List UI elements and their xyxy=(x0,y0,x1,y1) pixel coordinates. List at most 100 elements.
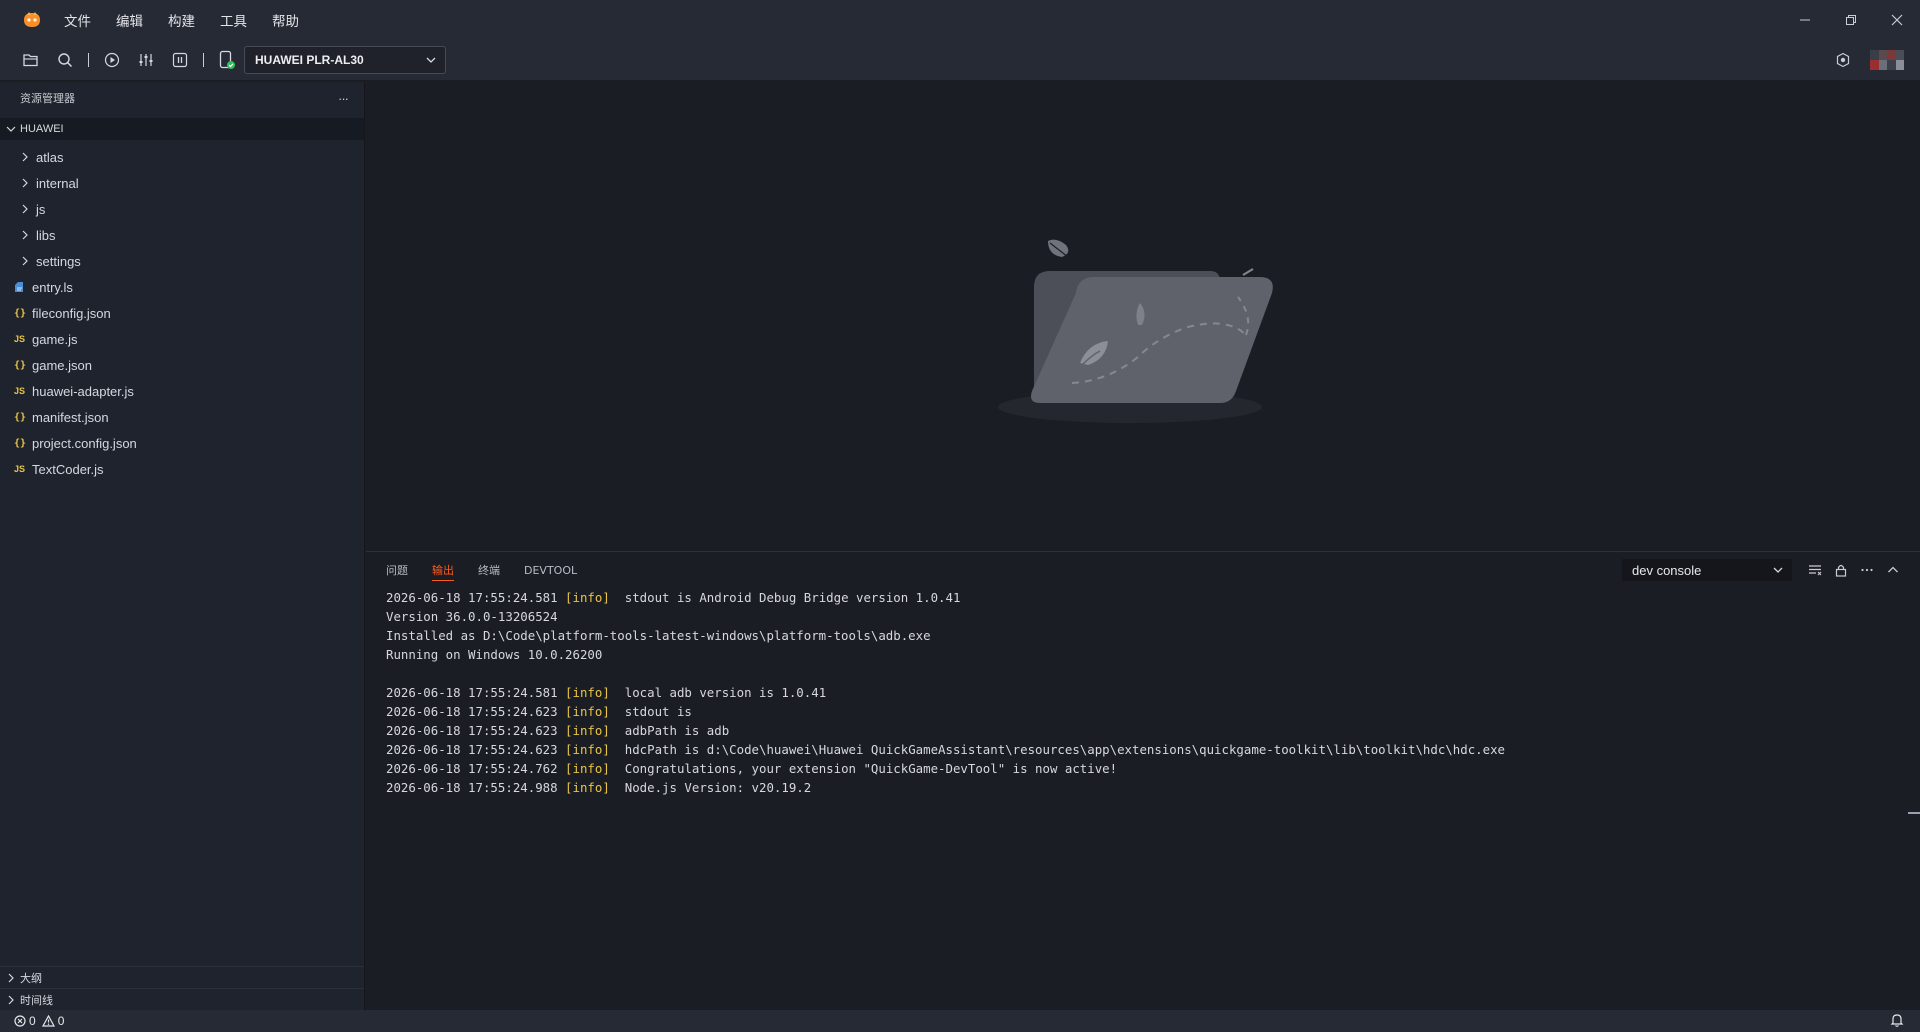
lock-scroll-button[interactable] xyxy=(1828,559,1854,581)
explorer-sidebar: 资源管理器 ··· HUAWEI atlas internal js libs sett… xyxy=(0,82,365,1010)
ellipsis-icon xyxy=(1861,568,1873,572)
menu-bar: 文件 编辑 构建 工具 帮助 xyxy=(64,10,324,30)
tab-devtool[interactable]: DEVTOOL xyxy=(524,552,577,588)
chevron-right-icon xyxy=(8,995,14,1004)
status-bar: 0 0 xyxy=(0,1010,1920,1032)
log-timestamp: 2026-06-18 17:55:24.623 xyxy=(386,742,558,757)
clear-output-button[interactable] xyxy=(1802,559,1828,581)
settings-sliders-button[interactable] xyxy=(135,49,157,71)
restore-button[interactable] xyxy=(1828,0,1874,39)
output-channel-select[interactable]: dev console xyxy=(1622,559,1792,581)
tree-item-js[interactable]: js xyxy=(0,196,364,222)
timeline-section[interactable]: 时间线 xyxy=(0,988,364,1010)
chevron-down-icon xyxy=(6,126,16,132)
tab-problems[interactable]: 问题 xyxy=(386,552,408,588)
hexagon-settings-icon xyxy=(1836,52,1850,68)
panel-more-button[interactable] xyxy=(1854,559,1880,581)
notifications-button[interactable] xyxy=(1890,1013,1904,1030)
log-level: [info] xyxy=(565,742,610,757)
chevron-right-icon xyxy=(18,149,34,165)
timeline-label: 时间线 xyxy=(20,993,53,1007)
window-controls xyxy=(1782,0,1920,39)
tree-item-fileconfig-json[interactable]: {} fileconfig.json xyxy=(0,300,364,326)
root-folder[interactable]: HUAWEI xyxy=(0,118,364,140)
log-timestamp: 2026-06-18 17:55:24.581 xyxy=(386,590,558,605)
scrollbar-marker[interactable] xyxy=(1908,812,1920,814)
root-folder-label: HUAWEI xyxy=(20,123,64,135)
error-count: 0 xyxy=(29,1014,36,1028)
search-button[interactable] xyxy=(54,49,76,71)
device-select[interactable]: HUAWEI PLR-AL30 xyxy=(244,45,446,74)
folder-open-icon xyxy=(23,53,38,66)
chevron-up-icon xyxy=(1888,566,1898,573)
chevron-right-icon xyxy=(18,175,34,191)
log-level: [info] xyxy=(565,685,610,700)
tree-item-textcoder-js[interactable]: JS TextCoder.js xyxy=(0,456,364,482)
log-level: [info] xyxy=(565,780,610,795)
js-file-icon: JS xyxy=(14,334,26,344)
more-actions-button[interactable]: ··· xyxy=(338,91,349,106)
pause-button[interactable] xyxy=(169,49,191,71)
errors-indicator[interactable]: 0 xyxy=(14,1014,36,1028)
tree-item-label: fileconfig.json xyxy=(32,305,111,321)
tree-item-libs[interactable]: libs xyxy=(0,222,364,248)
tree-item-atlas[interactable]: atlas xyxy=(0,144,364,170)
tree-item-huawei-adapter-js[interactable]: JS huawei-adapter.js xyxy=(0,378,364,404)
lock-icon xyxy=(1835,564,1847,577)
log-message: Version 36.0.0-13206524 xyxy=(386,609,558,624)
output-log: 2026-06-18 17:55:24.581 [info] stdout is… xyxy=(366,588,1920,797)
menu-build[interactable]: 构建 xyxy=(168,10,195,30)
clear-list-icon xyxy=(1809,565,1822,576)
menu-help[interactable]: 帮助 xyxy=(272,10,299,30)
tree-item-entry-ls[interactable]: entry.ls xyxy=(0,274,364,300)
file-tree: atlas internal js libs settings entry.ls {} fil… xyxy=(0,144,364,482)
output-channel-label: dev console xyxy=(1632,562,1702,578)
close-button[interactable] xyxy=(1874,0,1920,39)
tree-item-label: settings xyxy=(36,253,81,269)
tree-item-label: libs xyxy=(36,227,56,243)
warnings-indicator[interactable]: 0 xyxy=(41,1014,64,1028)
chevron-down-icon xyxy=(1773,567,1783,573)
menu-edit[interactable]: 编辑 xyxy=(116,10,143,30)
log-message: stdout is xyxy=(624,704,692,719)
log-timestamp: 2026-06-18 17:55:24.581 xyxy=(386,685,558,700)
tab-terminal[interactable]: 终端 xyxy=(478,552,500,588)
tree-item-label: game.js xyxy=(32,331,78,347)
minimize-button[interactable] xyxy=(1782,0,1828,39)
restore-icon xyxy=(1846,14,1856,25)
tree-item-internal[interactable]: internal xyxy=(0,170,364,196)
play-icon xyxy=(104,52,120,67)
tree-item-project-config-json[interactable]: {} project.config.json xyxy=(0,430,364,456)
maximize-panel-button[interactable] xyxy=(1880,559,1906,581)
tree-item-label: internal xyxy=(36,175,79,191)
panel-tools: dev console xyxy=(1622,556,1906,584)
phone-connected-icon xyxy=(219,50,235,69)
menu-file[interactable]: 文件 xyxy=(64,10,91,30)
close-icon xyxy=(1891,14,1903,25)
error-icon xyxy=(14,1015,26,1027)
chevron-right-icon xyxy=(8,973,14,982)
chevron-right-icon xyxy=(18,227,34,243)
log-line: 2026-06-18 17:55:24.581 [info] stdout is… xyxy=(386,588,1920,607)
log-timestamp: 2026-06-18 17:55:24.623 xyxy=(386,704,558,719)
tree-item-game-js[interactable]: JS game.js xyxy=(0,326,364,352)
chevron-right-icon xyxy=(18,201,34,217)
log-line: 2026-06-18 17:55:24.762 [info] Congratul… xyxy=(386,759,1920,778)
tab-output[interactable]: 输出 xyxy=(432,552,454,588)
log-line: Version 36.0.0-13206524 xyxy=(386,607,1920,626)
log-level: [info] xyxy=(565,590,610,605)
app-logo-icon xyxy=(22,10,42,30)
run-button[interactable] xyxy=(101,49,123,71)
device-status-button[interactable] xyxy=(216,49,238,71)
tree-item-game-json[interactable]: {} game.json xyxy=(0,352,364,378)
extension-button[interactable] xyxy=(1832,49,1854,71)
json-file-icon: {} xyxy=(14,437,27,449)
empty-folder-illustration xyxy=(998,239,1273,423)
avatar[interactable] xyxy=(1870,50,1904,70)
outline-section[interactable]: 大纲 xyxy=(0,966,364,988)
tree-item-label: huawei-adapter.js xyxy=(32,383,134,399)
menu-tools[interactable]: 工具 xyxy=(220,10,247,30)
tree-item-manifest-json[interactable]: {} manifest.json xyxy=(0,404,364,430)
open-folder-button[interactable] xyxy=(20,49,42,71)
tree-item-settings[interactable]: settings xyxy=(0,248,364,274)
